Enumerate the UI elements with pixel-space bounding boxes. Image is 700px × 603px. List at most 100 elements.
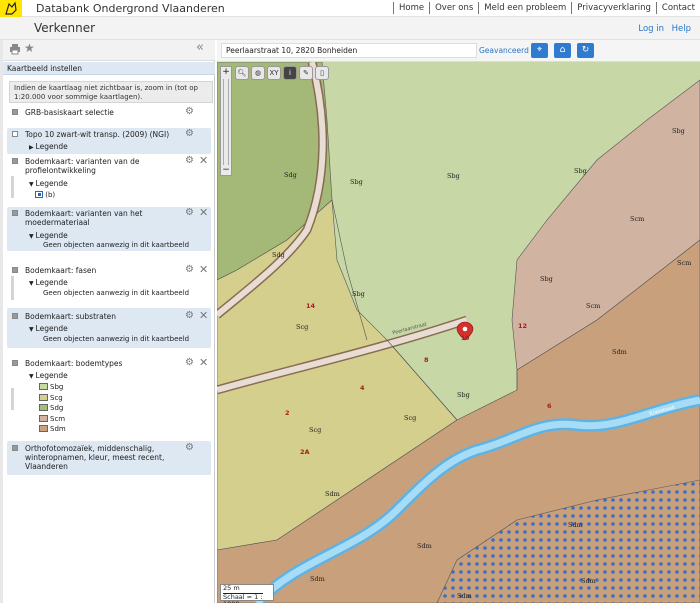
- layer-title: Orthofotomozaïek, middenschalig, wintero…: [25, 444, 165, 471]
- star-icon[interactable]: ★: [24, 41, 35, 55]
- gear-icon[interactable]: ⚙: [185, 106, 194, 117]
- legend-label: Legende: [35, 278, 68, 287]
- legend-empty-text: Geen objecten aanwezig in dit kaartbeeld: [43, 335, 190, 343]
- nav-over-ons-link[interactable]: Over ons: [429, 2, 478, 14]
- legend-item-label: (b): [45, 191, 56, 199]
- panel-toolbar: ★ «: [3, 40, 215, 61]
- measure-icon[interactable]: ✎: [299, 66, 313, 80]
- legend-swatch-scm: [39, 415, 48, 422]
- layer-checkbox[interactable]: [12, 210, 18, 216]
- top-header: Databank Ondergrond Vlaanderen Home Over…: [0, 0, 700, 17]
- zoom-hint-note: Indien de kaartlaag niet zichtbaar is, z…: [9, 81, 213, 103]
- address-search-input[interactable]: Peerlaarstraat 10, 2820 Bonheiden: [221, 43, 477, 58]
- layer-checkbox[interactable]: [12, 313, 18, 319]
- advanced-search-link[interactable]: Geavanceerd: [479, 46, 529, 55]
- remove-layer-icon[interactable]: ✕: [199, 154, 208, 167]
- layer-title: Bodemkaart: substraten: [25, 312, 117, 321]
- layer-checkbox[interactable]: [12, 109, 18, 115]
- legend-label-sdm: Sdm: [50, 425, 66, 433]
- legend-toggle[interactable]: ▼ Legende: [29, 371, 68, 380]
- layer-checkbox[interactable]: [12, 445, 18, 451]
- top-navigation: Home Over ons Meld een probleem Privacyv…: [392, 2, 700, 14]
- collapse-panel-icon[interactable]: «: [196, 40, 204, 55]
- scale-box: 25 m Schaal = 1 : 1000: [220, 584, 274, 603]
- layer-title: Topo 10 zwart-wit transp. (2009) (NGI): [25, 130, 170, 139]
- map-viewer[interactable]: Sdg Sbg Sbg Sbg Sbg Sbg Sdg Sbg Scm Scm …: [217, 40, 700, 603]
- legend-label: Legende: [35, 231, 68, 240]
- legend-toggle[interactable]: ▼ Legende: [29, 179, 68, 188]
- gear-icon[interactable]: ⚙: [185, 442, 194, 453]
- layer-checkbox[interactable]: [12, 267, 18, 273]
- nav-privacy-link[interactable]: Privacyverklaring: [571, 2, 656, 14]
- indent-bar: [11, 176, 14, 198]
- nav-contact-link[interactable]: Contact: [655, 2, 700, 14]
- legend-toggle[interactable]: ▼ Legende: [29, 231, 68, 240]
- zoom-out-icon[interactable]: −: [221, 165, 231, 175]
- scale-text: Schaal = 1 : 1000: [223, 592, 263, 603]
- gear-icon[interactable]: ⚙: [185, 207, 194, 218]
- gear-icon[interactable]: ⚙: [185, 128, 194, 139]
- legend-toggle[interactable]: ▼ Legende: [29, 278, 68, 287]
- soil-map-canvas[interactable]: [217, 40, 700, 603]
- legend-swatch-icon: [35, 191, 43, 198]
- help-link[interactable]: Help: [672, 24, 691, 34]
- layer-title: GRB-basiskaart selectie: [25, 108, 114, 117]
- legend-toggle[interactable]: ▼ Legende: [29, 324, 68, 333]
- legend-item-b: (b): [35, 191, 55, 199]
- legend-label: Legende: [35, 142, 68, 151]
- remove-layer-icon[interactable]: ✕: [199, 206, 208, 219]
- indent-bar: [11, 388, 14, 410]
- nav-home-link[interactable]: Home: [392, 2, 429, 14]
- legend-swatch-sdg: [39, 404, 48, 411]
- home-icon[interactable]: ⌂: [554, 43, 571, 58]
- locate-icon[interactable]: ⌖: [531, 43, 548, 58]
- layer-title: Bodemkaart: fasen: [25, 266, 97, 275]
- zoom-area-icon[interactable]: 🔍︎: [235, 66, 249, 80]
- legend-label-scm: Scm: [50, 415, 66, 423]
- app-title[interactable]: Databank Ondergrond Vlaanderen: [36, 2, 225, 15]
- legend-label: Legende: [35, 179, 68, 188]
- print-icon[interactable]: [9, 43, 21, 58]
- legend-swatch-sdm: [39, 425, 48, 432]
- legend-label-sdg: Sdg: [50, 404, 64, 412]
- indent-bar: [11, 276, 14, 300]
- flanders-lion-logo[interactable]: [0, 0, 22, 17]
- page-title: Verkenner: [34, 21, 96, 35]
- login-link[interactable]: Log in: [638, 24, 664, 34]
- remove-layer-icon[interactable]: ✕: [199, 263, 208, 276]
- layer-checkbox[interactable]: [12, 131, 18, 137]
- layer-title: Bodemkaart: bodemtypes: [25, 359, 123, 368]
- legend-label: Legende: [35, 324, 68, 333]
- zoom-in-icon[interactable]: +: [221, 67, 231, 77]
- legend-label-sbg: Sbg: [50, 383, 64, 391]
- remove-layer-icon[interactable]: ✕: [199, 309, 208, 322]
- gear-icon[interactable]: ⚙: [185, 310, 194, 321]
- nav-meld-probleem-link[interactable]: Meld een probleem: [478, 2, 571, 14]
- bookmark-icon[interactable]: ▯: [315, 66, 329, 80]
- layer-checkbox[interactable]: [12, 360, 18, 366]
- info-tool[interactable]: i: [283, 66, 297, 80]
- legend-empty-text: Geen objecten aanwezig in dit kaartbeeld: [43, 241, 190, 249]
- gear-icon[interactable]: ⚙: [185, 264, 194, 275]
- layer-title: Bodemkaart: varianten van de profielontw…: [25, 157, 140, 175]
- legend-label: Legende: [35, 371, 68, 380]
- map-toolbar: 🔍︎ ◍ XY i ✎ ▯: [235, 66, 331, 80]
- layer-checkbox[interactable]: [12, 158, 18, 164]
- legend-toggle[interactable]: ▶ Legende: [29, 142, 68, 151]
- gear-icon[interactable]: ⚙: [185, 357, 194, 368]
- map-search-bar: Peerlaarstraat 10, 2820 Bonheiden Geavan…: [217, 40, 700, 62]
- legend-swatch-sbg: [39, 383, 48, 390]
- zoom-slider[interactable]: + −: [220, 66, 232, 176]
- legend-empty-text: Geen objecten aanwezig in dit kaartbeeld: [43, 289, 190, 297]
- sub-header: Verkenner Log in Help: [0, 17, 700, 40]
- section-title: Kaartbeeld instellen: [3, 62, 215, 75]
- globe-icon[interactable]: ◍: [251, 66, 265, 80]
- layer-title: Bodemkaart: varianten van het moedermate…: [25, 209, 143, 227]
- coordinate-tool[interactable]: XY: [267, 66, 281, 80]
- gear-icon[interactable]: ⚙: [185, 155, 194, 166]
- legend-swatch-scg: [39, 394, 48, 401]
- refresh-icon[interactable]: ↻: [577, 43, 594, 58]
- legend-label-scg: Scg: [50, 394, 63, 402]
- remove-layer-icon[interactable]: ✕: [199, 356, 208, 369]
- layer-panel: ★ « Kaartbeeld instellen Indien de kaart…: [3, 40, 215, 603]
